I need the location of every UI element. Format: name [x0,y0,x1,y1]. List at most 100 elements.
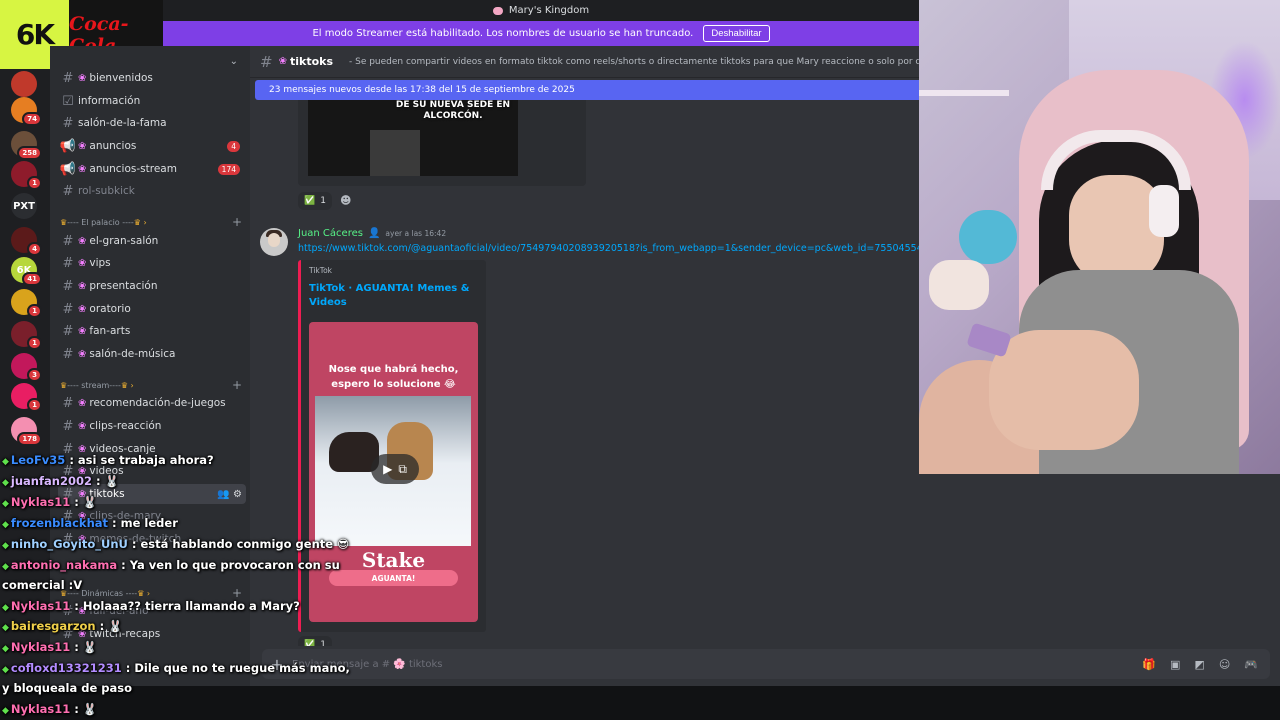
cam-phone [966,322,1012,358]
gif-icon[interactable]: ▣ [1170,658,1180,671]
server-icon[interactable]: 258 [11,131,42,160]
previous-embed-image[interactable]: DE SU NUEVA SEDE EN ALCORCÓN. [308,100,518,176]
flower-icon: ❀ [78,397,87,409]
server-icon[interactable] [11,71,37,97]
crown-icon: ♛ [60,218,68,227]
sidebar-channel[interactable]: # ❀ presentación [58,276,246,296]
overlay-chat-user: cofloxd13321231 [10,661,122,675]
announcement-icon: 📢 [59,138,77,154]
announcement-icon: 📢 [59,161,77,177]
server-icon[interactable]: 178 [11,417,42,446]
overlay-chat-message: ◆ cofloxd13321231 : Dile que no te ruegue… [2,661,350,675]
embed-video[interactable]: Nose que habrá hecho, espero lo solucion… [309,322,478,622]
door-image [370,130,420,176]
cam-arms [989,330,1139,450]
category-name: ---- stream---- [67,381,121,390]
hash-icon: # [62,395,74,411]
overlay-chat-user: Nyklas11 [10,495,71,509]
message-time: ayer a las 16:42 [385,229,447,238]
sidebar-channel[interactable]: 📢 ❀ anuncios-stream 174 [58,159,246,179]
reaction-check[interactable]: ✅ 1 [298,192,332,210]
server-icon[interactable]: 1 [11,161,42,190]
server-icon[interactable]: 3 [11,353,42,382]
chevron-down-icon[interactable]: ⌄ [230,56,238,67]
play-icon: ▶ [383,462,393,476]
video-caption-line2: espero lo solucione 😂 [331,379,456,390]
overlay-chat-user: frozenblackhat [10,516,109,530]
server-icon[interactable]: 4 [11,227,42,256]
crown-icon: ♛ › [133,218,147,227]
message-list[interactable]: DE SU NUEVA SEDE EN ALCORCÓN. 23 mensaje… [250,78,919,646]
flower-icon: ❀ [78,257,87,269]
sidebar-channel[interactable]: # ❀ recomendación-de-juegos [58,393,246,413]
flower-icon: ❀ [78,235,87,247]
channel-name: salón-de-música [89,348,176,360]
cam-plush-toy [959,210,1017,264]
hash-icon: # [62,346,74,362]
channel-name: clips-reacción [89,420,162,432]
server-icon[interactable]: 74 [11,97,42,126]
sidebar-channel[interactable]: # ❀ fan-arts [58,321,246,341]
play-button[interactable]: ▶ ⧉ [371,454,419,484]
message-composer[interactable]: + Enviar mensaje a # 🌸 tiktoks 🎁 ▣ ◩ ☺ 🎮 [262,649,1270,679]
flower-icon: ❀ [78,348,87,360]
channel-name: recomendación-de-juegos [89,397,226,409]
add-channel-icon[interactable]: + [232,216,242,228]
flower-icon: ❀ [78,280,87,292]
badge-icon: ◆ [2,706,9,716]
disable-streamer-button[interactable]: Deshabilitar [703,25,770,42]
overlay-chat-message: ◆ Nyklas11 : 🐰 [2,495,97,509]
sticker-icon[interactable]: ◩ [1194,658,1204,671]
sidebar-channel[interactable]: # ❀ vips [58,253,246,273]
apps-icon[interactable]: 🎮 [1244,658,1258,671]
sidebar-channel[interactable]: # ❀ clips-reacción [58,416,246,436]
badge-icon: ◆ [2,665,9,675]
add-channel-icon[interactable]: + [232,379,242,391]
sidebar-channel[interactable]: # rol-subkick [58,181,246,201]
channel-topic[interactable]: - Se pueden compartir videos en formato … [349,57,919,67]
sidebar-channel[interactable]: ☑ información [58,91,246,111]
video-caption: Nose que habrá hecho, espero lo solucion… [309,362,478,392]
emoji-icon[interactable]: ☺ [1219,658,1230,671]
sidebar-channel[interactable]: 📢 ❀ anuncios 4 [58,136,246,156]
hash-icon: # [62,278,74,294]
overlay-chat-message: ◆ Nyklas11 : 🐰 [2,702,97,716]
flower-icon: ❀ [278,56,287,67]
server-icon[interactable]: 1 [11,383,42,412]
server-icon[interactable]: PXT [11,193,37,219]
sidebar-channel[interactable]: # ❀ el-gran-salón [58,231,246,251]
overlay-chat-user: LeoFv35 [10,453,66,467]
crown-icon: ♛ › [120,381,134,390]
author-name[interactable]: Juan Cáceres [298,228,363,239]
channel-category[interactable]: ♛ ---- stream---- ♛ › + [60,379,242,391]
hash-icon: # [62,70,74,86]
overlay-chat-message: y bloqueala de paso [2,681,132,695]
sidebar-channel[interactable]: # salón-de-la-fama [58,113,246,133]
rules-icon: ☑ [62,93,74,109]
flower-icon: ❀ [78,140,87,152]
sidebar-channel[interactable]: # ❀ bienvenidos [58,68,246,88]
gift-icon[interactable]: 🎁 [1142,658,1156,671]
video-caption-line1: Nose que habrá hecho, [328,364,459,375]
server-icon[interactable]: 1 [11,321,42,350]
overlay-chat-message: ◆ bairesgarzon : 🐰 [2,619,123,633]
badge-icon: ◆ [2,499,9,509]
overlay-chat-message: ◆ Nyklas11 : Holaaa?? tierra llamando a M… [2,599,300,613]
server-icon[interactable]: 1 [11,289,42,318]
tiktok-embed: TikTok TikTok · AGUANTA! Memes & Videos … [298,260,486,632]
overlay-chat-text: : 🐰 [95,619,123,633]
channel-category[interactable]: ♛ ---- El palacio ---- ♛ › + [60,216,242,228]
add-reaction-icon[interactable]: ☻ [340,194,351,207]
message-link[interactable]: https://www.tiktok.com/@aguantaoficial/v… [298,243,919,254]
new-messages-bar[interactable]: 23 mensajes nuevos desde las 17:38 del 1… [255,80,919,100]
embed-title[interactable]: TikTok · AGUANTA! Memes & Videos [309,282,479,310]
server-badge: 178 [17,432,42,446]
avatar[interactable] [260,228,288,256]
channel-name: información [78,95,141,107]
channel-name: salón-de-la-fama [78,117,167,129]
flower-icon: ❀ [78,163,87,175]
sidebar-channel[interactable]: # ❀ oratorio [58,299,246,319]
sidebar-channel[interactable]: # ❀ salón-de-música [58,344,246,364]
server-badge: 1 [27,336,42,350]
server-icon[interactable]: 6K 41 [11,257,42,286]
